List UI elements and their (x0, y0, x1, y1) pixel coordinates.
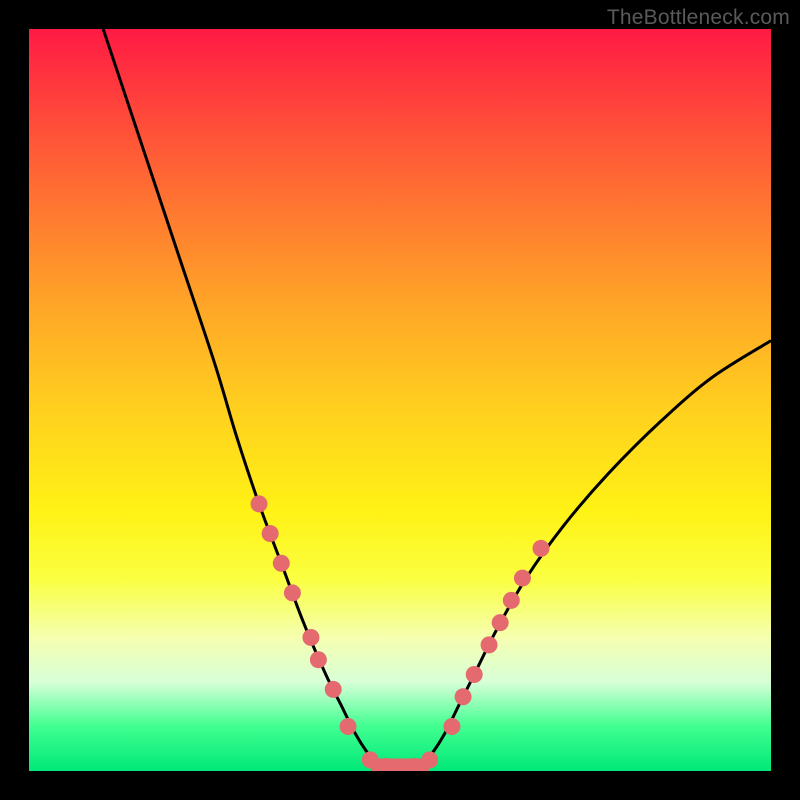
chart-plot-area (29, 29, 771, 771)
highlight-dot (284, 584, 301, 601)
highlight-dot (362, 751, 379, 768)
highlight-dot (340, 718, 357, 735)
highlight-dot (273, 555, 290, 572)
chart-svg (29, 29, 771, 771)
highlight-dot (455, 688, 472, 705)
highlight-dots (251, 495, 550, 771)
highlight-dot (514, 570, 531, 587)
highlight-dot (532, 540, 549, 557)
highlight-dot (481, 636, 498, 653)
highlight-dot (443, 718, 460, 735)
highlight-dot (251, 495, 268, 512)
highlight-dot (325, 681, 342, 698)
highlight-dot (421, 751, 438, 768)
highlight-dot (262, 525, 279, 542)
highlight-dot (310, 651, 327, 668)
bottleneck-curve (103, 29, 771, 771)
highlight-dot (503, 592, 520, 609)
watermark-text: TheBottleneck.com (607, 6, 790, 30)
highlight-dot (492, 614, 509, 631)
highlight-dot (466, 666, 483, 683)
highlight-dot (302, 629, 319, 646)
